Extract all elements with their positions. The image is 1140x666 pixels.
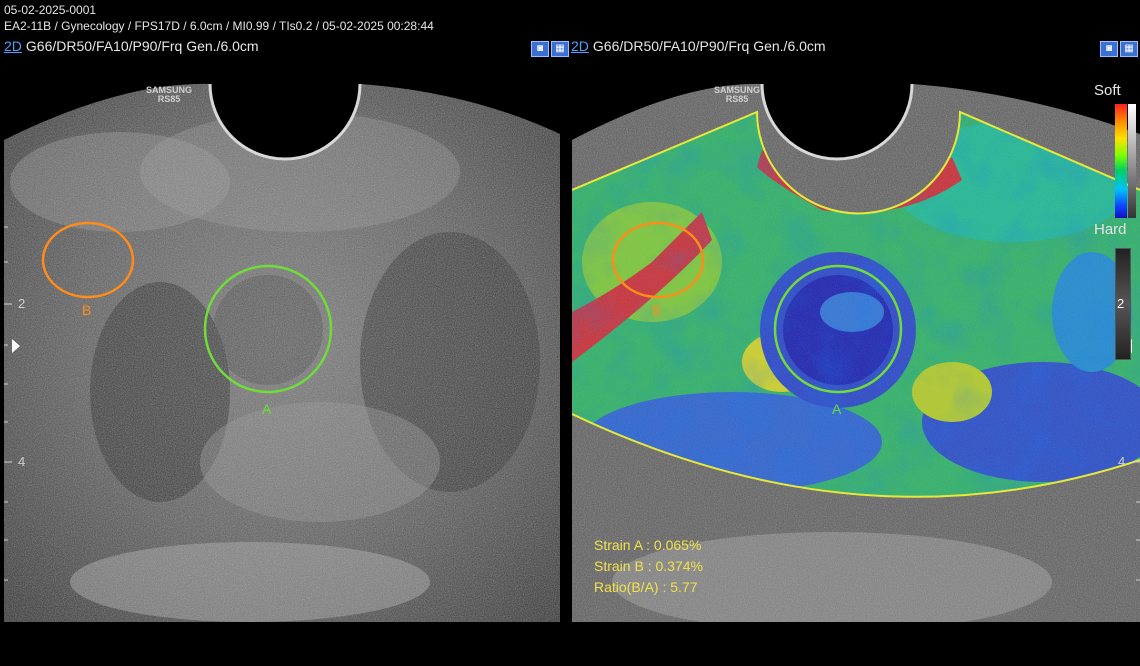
right-params-text: G66/DR50/FA10/P90/Frq Gen./6.0cm xyxy=(592,38,826,54)
left-toolbar: ◙ ▦ xyxy=(531,41,569,57)
image-mode-icon[interactable]: ◙ xyxy=(531,41,549,57)
right-depth-mark-4: 4 xyxy=(1118,454,1126,469)
bmode-ultrasound-image[interactable]: B A xyxy=(0,62,568,622)
right-mode-label[interactable]: 2D xyxy=(571,38,589,54)
roi-b-label: B xyxy=(652,302,661,318)
strain-b-value: Strain B : 0.374% xyxy=(594,558,703,574)
strain-ratio-value: Ratio(B/A) : 5.77 xyxy=(594,579,698,595)
roi-a-label: A xyxy=(832,401,842,417)
exam-info: EA2-11B / Gynecology / FPS17D / 6.0cm / … xyxy=(4,19,434,33)
patient-id: 05-02-2025-0001 xyxy=(4,3,97,17)
left-mode-label[interactable]: 2D xyxy=(4,38,22,54)
left-params-text: G66/DR50/FA10/P90/Frq Gen./6.0cm xyxy=(25,38,259,54)
right-imaging-params: 2D G66/DR50/FA10/P90/Frq Gen./6.0cm xyxy=(571,38,826,54)
left-imaging-params: 2D G66/DR50/FA10/P90/Frq Gen./6.0cm xyxy=(4,38,259,54)
right-toolbar: ◙ ▦ xyxy=(1100,41,1138,57)
measure-mode-icon[interactable]: ▦ xyxy=(551,41,569,57)
left-depth-mark-4: 4 xyxy=(18,454,26,469)
gray-reference-bar xyxy=(1128,104,1136,218)
right-brand-logo: SAMSUNG RS85 xyxy=(714,85,761,104)
strain-a-value: Strain A : 0.065% xyxy=(594,537,702,553)
roi-a-label: A xyxy=(262,401,272,417)
elasticity-color-bar xyxy=(1115,104,1127,218)
roi-b-label: B xyxy=(82,302,91,318)
image-mode-icon[interactable]: ◙ xyxy=(1100,41,1118,57)
gray-scale-number: 2 xyxy=(1117,296,1125,311)
soft-label: Soft xyxy=(1094,82,1121,99)
hard-label: Hard xyxy=(1094,221,1127,238)
left-depth-mark-2: 2 xyxy=(18,296,26,311)
left-focus-marker[interactable] xyxy=(12,339,20,353)
measure-mode-icon[interactable]: ▦ xyxy=(1120,41,1138,57)
left-brand-logo: SAMSUNG RS85 xyxy=(146,85,193,104)
